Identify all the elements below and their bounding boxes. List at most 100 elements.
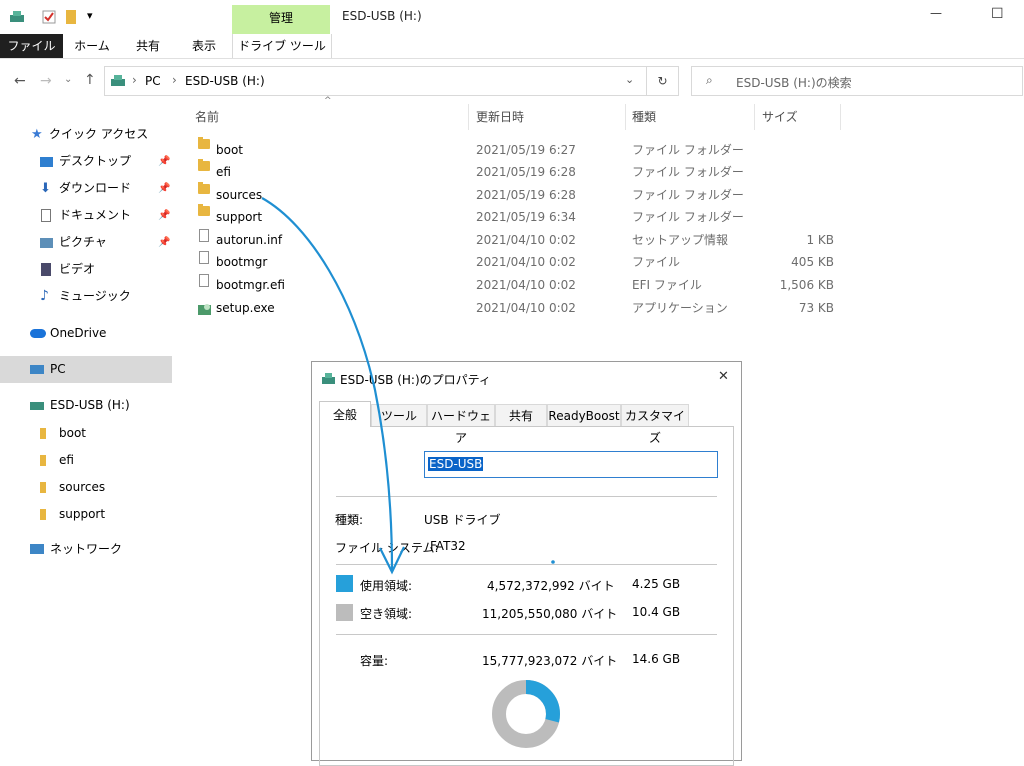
folder-icon	[40, 509, 46, 520]
properties-icon[interactable]	[42, 10, 56, 24]
pc-icon	[30, 365, 44, 374]
tab-customize[interactable]: カスタマイズ	[621, 404, 689, 445]
breadcrumb-drive[interactable]: ESD-USB (H:)	[185, 74, 265, 88]
address-bar[interactable]: › PC › ESD-USB (H:) ⌄	[104, 66, 647, 96]
tab-home[interactable]: ホーム	[72, 34, 112, 58]
nav-drive-boot[interactable]: boot	[0, 420, 172, 447]
dialog-close-button[interactable]: ✕	[718, 369, 729, 384]
dialog-title: ESD-USB (H:)のプロパティ	[340, 373, 491, 387]
search-box[interactable]: ⌕ ESD-USB (H:)の検索	[691, 66, 1023, 96]
nav-network[interactable]: ネットワーク	[0, 536, 172, 563]
manage-context-tab[interactable]: 管理	[232, 5, 330, 34]
tab-view[interactable]: 表示	[184, 34, 224, 58]
column-divider[interactable]	[840, 104, 841, 130]
folder-icon	[40, 482, 46, 493]
ribbon-tabs: ファイル ホーム 共有 表示 ドライブ ツール	[0, 34, 1024, 59]
customize-qat-icon[interactable]: ▾	[87, 9, 93, 22]
nav-pictures[interactable]: ピクチャ 📌	[0, 229, 172, 256]
column-header-name[interactable]: 名前	[195, 104, 219, 130]
desktop-icon	[40, 157, 53, 167]
divider	[336, 634, 717, 635]
free-swatch	[336, 604, 353, 621]
nav-quick-access[interactable]: ★ クイック アクセス	[0, 121, 172, 148]
pin-icon[interactable]: 📌	[158, 148, 170, 175]
used-swatch	[336, 575, 353, 592]
forward-arrow-icon[interactable]: →	[40, 73, 52, 89]
table-row[interactable]: bootmgr.efi 2021/04/10 0:02 EFI ファイル 1,5…	[190, 274, 850, 296]
column-header-date[interactable]: 更新日時	[476, 104, 524, 130]
drive-icon	[10, 11, 24, 23]
drive-icon	[322, 373, 335, 385]
free-gb: 10.4 GB	[632, 605, 681, 619]
folder-icon	[40, 455, 46, 466]
column-divider[interactable]	[754, 104, 755, 130]
tab-tools[interactable]: ツール	[371, 404, 427, 426]
breadcrumb-chevron-icon: ›	[172, 73, 177, 87]
nav-documents[interactable]: ドキュメント 📌	[0, 202, 172, 229]
refresh-icon: ↻	[657, 74, 668, 88]
tab-drive-tools[interactable]: ドライブ ツール	[232, 34, 332, 58]
back-arrow-icon[interactable]: ←	[14, 73, 26, 89]
refresh-button[interactable]: ↻	[647, 66, 679, 96]
nav-downloads[interactable]: ⬇ ダウンロード 📌	[0, 175, 172, 202]
nav-videos[interactable]: ビデオ	[0, 256, 172, 283]
column-divider[interactable]	[625, 104, 626, 130]
nav-desktop[interactable]: デスクトップ 📌	[0, 148, 172, 175]
usage-donut-chart	[492, 680, 560, 748]
tab-share[interactable]: 共有	[128, 34, 168, 58]
nav-pc[interactable]: PC	[0, 356, 172, 383]
nav-drive-efi[interactable]: efi	[0, 447, 172, 474]
up-arrow-icon[interactable]: ↑	[84, 72, 96, 88]
new-folder-icon[interactable]	[66, 10, 76, 24]
column-header-type[interactable]: 種類	[632, 104, 656, 130]
nav-music[interactable]: ♪ ミュージック	[0, 283, 172, 310]
settings-file-icon	[199, 229, 209, 242]
maximize-button[interactable]: ☐	[991, 6, 1004, 22]
type-value: USB ドライブ	[424, 513, 501, 527]
breadcrumb-pc[interactable]: PC	[145, 74, 161, 88]
column-divider[interactable]	[468, 104, 469, 130]
pin-icon[interactable]: 📌	[158, 202, 170, 229]
setup-exe-icon	[198, 301, 211, 315]
tab-file[interactable]: ファイル	[0, 34, 63, 58]
nav-drive-support[interactable]: support	[0, 501, 172, 528]
recent-dropdown-icon[interactable]: ⌄	[64, 74, 72, 85]
table-row[interactable]: setup.exe 2021/04/10 0:02 アプリケーション 73 KB	[190, 297, 850, 319]
table-row[interactable]: efi 2021/05/19 6:28 ファイル フォルダー	[190, 159, 850, 183]
star-icon: ★	[31, 127, 43, 142]
tab-share[interactable]: 共有	[495, 404, 547, 426]
nav-drive[interactable]: ESD-USB (H:)	[0, 392, 172, 419]
capacity-label: 容量:	[360, 654, 389, 668]
sort-caret-icon: ^	[324, 96, 332, 106]
video-icon	[41, 263, 51, 276]
table-row[interactable]: bootmgr 2021/04/10 0:02 ファイル 405 KB	[190, 251, 850, 273]
file-icon	[199, 251, 209, 264]
table-row[interactable]: boot 2021/05/19 6:27 ファイル フォルダー	[190, 137, 850, 161]
title-bar: ▾ ESD-USB (H:) — ☐	[0, 0, 1024, 34]
filesystem-value: FAT32	[430, 539, 466, 553]
folder-icon	[198, 137, 210, 149]
pc-small-icon	[111, 75, 125, 87]
table-row[interactable]: support 2021/05/19 6:34 ファイル フォルダー	[190, 204, 850, 228]
volume-name-field[interactable]: ESD-USB	[424, 451, 718, 478]
tab-readyboost[interactable]: ReadyBoost	[547, 404, 621, 426]
search-icon: ⌕	[706, 73, 713, 87]
tab-general[interactable]: 全般	[319, 401, 371, 427]
table-row[interactable]: autorun.inf 2021/04/10 0:02 セットアップ情報 1 K…	[190, 229, 850, 251]
usb-drive-icon	[30, 402, 44, 410]
nav-onedrive[interactable]: OneDrive	[0, 320, 172, 347]
divider	[336, 496, 717, 497]
nav-drive-sources[interactable]: sources	[0, 474, 172, 501]
tab-hardware[interactable]: ハードウェア	[427, 404, 495, 445]
volume-name-value: ESD-USB	[428, 457, 484, 471]
breadcrumb-chevron-icon: ›	[132, 73, 137, 87]
folder-icon	[40, 428, 46, 439]
folder-icon	[198, 182, 210, 194]
pin-icon[interactable]: 📌	[158, 175, 170, 202]
table-row[interactable]: sources 2021/05/19 6:28 ファイル フォルダー	[190, 182, 850, 206]
capacity-bytes: 15,777,923,072 バイト	[482, 654, 618, 668]
address-dropdown-icon[interactable]: ⌄	[625, 73, 634, 86]
minimize-button[interactable]: —	[930, 6, 942, 20]
pin-icon[interactable]: 📌	[158, 229, 170, 256]
column-header-size[interactable]: サイズ	[762, 104, 798, 130]
